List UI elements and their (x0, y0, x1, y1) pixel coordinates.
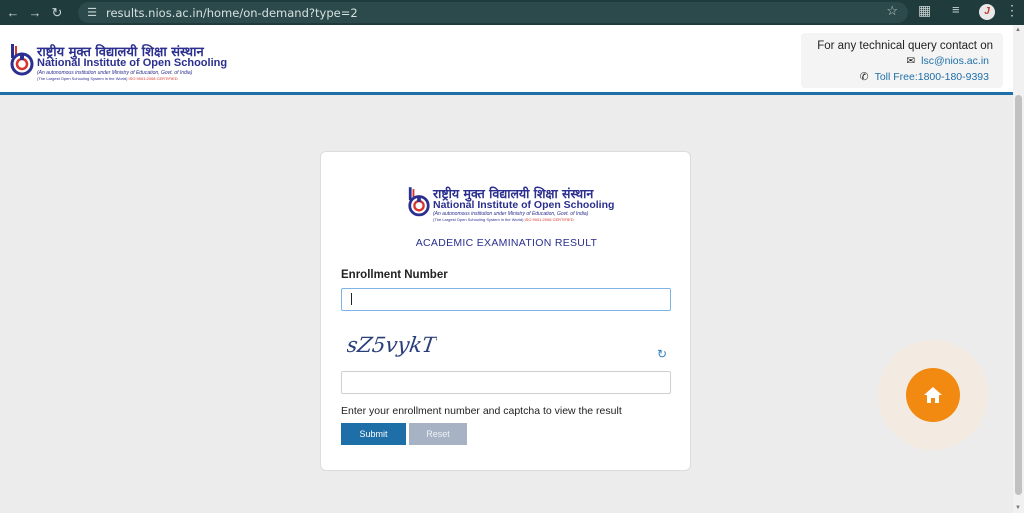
scroll-up-icon[interactable]: ▲ (1015, 27, 1021, 33)
card-nios-logo: राष्ट्रीय मुक्त विद्यालयी शिक्षा संस्थान… (407, 185, 614, 225)
nios-emblem-icon (408, 187, 430, 217)
scroll-down-icon[interactable]: ▼ (1015, 505, 1021, 511)
helper-text: Enter your enrollment number and captcha… (341, 405, 622, 417)
address-bar[interactable]: ☰ results.nios.ac.in/home/on-demand?type… (78, 2, 908, 23)
reset-button[interactable]: Reset (409, 423, 467, 445)
back-arrow-icon[interactable]: ← (2, 2, 24, 24)
contact-email-link[interactable]: ✉ lsc@nios.ac.in (906, 55, 989, 67)
nios-logo[interactable]: राष्ट्रीय मुक्त विद्यालयी शिक्षा संस्थान… (9, 42, 227, 86)
reload-icon[interactable]: ↻ (46, 2, 68, 24)
bookmark-star-icon[interactable]: ☆ (886, 3, 898, 19)
enrollment-label: Enrollment Number (341, 269, 448, 281)
site-info-icon[interactable]: ☰ (82, 6, 102, 19)
logo-tagline: (The Largest Open Schooling System in th… (37, 76, 178, 81)
enrollment-input[interactable] (341, 288, 671, 311)
captcha-text: sZ5vykT (347, 332, 437, 357)
text-cursor (351, 293, 352, 305)
contact-box: For any technical query contact on ✉ lsc@… (801, 33, 1003, 88)
contact-phone[interactable]: ✆ Toll Free:1800-180-9393 (860, 71, 989, 83)
profile-avatar[interactable]: J (979, 4, 995, 20)
envelope-icon: ✉ (906, 55, 916, 67)
browser-toolbar: ← → ↻ ☰ results.nios.ac.in/home/on-deman… (0, 0, 1024, 25)
forward-arrow-icon[interactable]: → (24, 2, 46, 24)
home-icon (924, 387, 942, 403)
card-logo-tagline: (The Largest Open Schooling System in th… (433, 217, 574, 222)
home-button[interactable] (906, 368, 960, 422)
page-scrollbar[interactable]: ▲ ▼ (1013, 25, 1024, 513)
nios-emblem-icon (10, 44, 34, 76)
logo-english-name: National Institute of Open Schooling (37, 57, 228, 69)
captcha-refresh-icon[interactable]: ↻ (657, 347, 667, 361)
extensions-puzzle-icon[interactable]: ▦ (918, 2, 931, 19)
browser-menu-icon[interactable]: ⋮ (1005, 2, 1019, 19)
address-url[interactable]: results.nios.ac.in/home/on-demand?type=2 (106, 6, 358, 20)
page-title: ACADEMIC EXAMINATION RESULT (415, 237, 598, 249)
result-form-card: राष्ट्रीय मुक्त विद्यालयी शिक्षा संस्थान… (320, 151, 691, 471)
site-header: राष्ट्रीय मुक्त विद्यालयी शिक्षा संस्थान… (0, 25, 1013, 95)
card-logo-english-name: National Institute of Open Schooling (433, 199, 615, 211)
captcha-input[interactable] (341, 371, 671, 394)
submit-button[interactable]: Submit (341, 423, 406, 445)
scroll-thumb[interactable] (1015, 95, 1022, 495)
tab-search-icon[interactable]: ≡ (952, 2, 960, 17)
phone-icon: ✆ (859, 71, 869, 83)
contact-title: For any technical query contact on (817, 40, 993, 52)
captcha-image: sZ5vykT (347, 332, 437, 357)
